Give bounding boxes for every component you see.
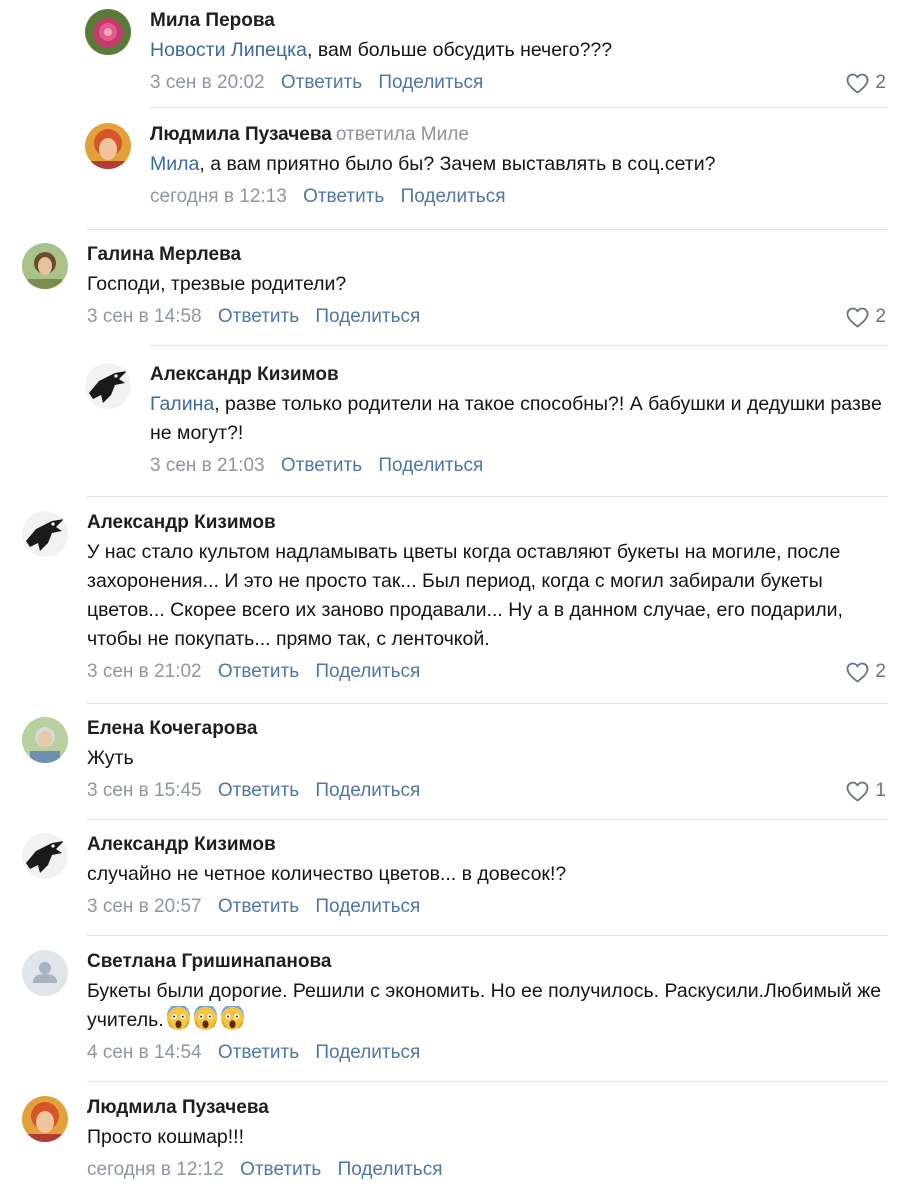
screaming-face-emoji bbox=[193, 1006, 218, 1031]
reply-button[interactable]: Ответить bbox=[218, 780, 299, 801]
share-button[interactable]: Поделиться bbox=[315, 306, 420, 327]
comment-meta: 3 сен в 20:02 Ответить Поделиться 2 bbox=[150, 71, 888, 95]
comment-meta: 3 сен в 21:03 Ответить Поделиться bbox=[150, 454, 888, 478]
avatar[interactable] bbox=[85, 9, 131, 55]
avatar[interactable] bbox=[22, 717, 68, 763]
divider bbox=[150, 345, 888, 346]
comment-text: Новости Липецка, вам больше обсудить неч… bbox=[150, 39, 613, 61]
comment-mention[interactable]: Галина bbox=[150, 393, 214, 415]
comment-meta: 3 сен в 20:57 Ответить Поделиться bbox=[87, 895, 888, 919]
share-button[interactable]: Поделиться bbox=[401, 186, 506, 207]
reply-button[interactable]: Ответить bbox=[240, 1159, 321, 1180]
reply-button[interactable]: Ответить bbox=[218, 661, 299, 682]
comment-text: Просто кошмар!!! bbox=[87, 1126, 245, 1148]
comment-date[interactable]: 3 сен в 20:02 bbox=[150, 72, 265, 93]
share-button[interactable]: Поделиться bbox=[378, 72, 483, 93]
comment-mention[interactable]: Мила bbox=[150, 153, 199, 175]
comment-meta: 3 сен в 21:02 Ответить Поделиться 2 bbox=[87, 660, 888, 684]
heart-outline-icon bbox=[846, 307, 869, 328]
avatar[interactable] bbox=[22, 511, 68, 557]
avatar[interactable] bbox=[22, 833, 68, 879]
comment-text: Букеты были дорогие. Решили с экономить.… bbox=[87, 980, 882, 1031]
like-button[interactable]: 2 bbox=[846, 71, 886, 95]
comment-author[interactable]: Мила Перова bbox=[150, 10, 275, 31]
heart-outline-icon bbox=[846, 73, 869, 94]
share-button[interactable]: Поделиться bbox=[315, 896, 420, 917]
comment-date[interactable]: сегодня в 12:13 bbox=[150, 186, 287, 207]
comment-text: Господи, трезвые родители? bbox=[87, 273, 347, 295]
like-button[interactable]: 1 bbox=[846, 779, 886, 803]
comment-date[interactable]: 3 сен в 20:57 bbox=[87, 896, 202, 917]
reply-button[interactable]: Ответить bbox=[218, 306, 299, 327]
reply-button[interactable]: Ответить bbox=[281, 72, 362, 93]
reply-button[interactable]: Ответить bbox=[218, 1042, 299, 1063]
heart-outline-icon bbox=[846, 781, 869, 802]
comment-meta: 3 сен в 15:45 Ответить Поделиться 1 bbox=[87, 779, 888, 803]
divider bbox=[87, 229, 888, 230]
comment-text: Жуть bbox=[87, 747, 134, 769]
reply-button[interactable]: Ответить bbox=[303, 186, 384, 207]
like-count: 1 bbox=[875, 780, 886, 801]
comment-date[interactable]: 3 сен в 15:45 bbox=[87, 780, 202, 801]
avatar[interactable] bbox=[22, 1096, 68, 1142]
avatar[interactable] bbox=[85, 363, 131, 409]
comment-date[interactable]: 3 сен в 21:03 bbox=[150, 455, 265, 476]
divider bbox=[87, 819, 888, 820]
avatar[interactable] bbox=[85, 123, 131, 169]
comment-author[interactable]: Александр Кизимов bbox=[87, 834, 276, 855]
divider bbox=[87, 496, 888, 497]
comment-author[interactable]: Светлана Гришинапанова bbox=[87, 951, 332, 972]
comment-meta: 4 сен в 14:54 Ответить Поделиться bbox=[87, 1041, 888, 1065]
comment-author[interactable]: Александр Кизимов bbox=[150, 364, 339, 385]
comment-date[interactable]: 3 сен в 21:02 bbox=[87, 661, 202, 682]
comment-text: случайно не четное количество цветов... … bbox=[87, 863, 567, 885]
reply-button[interactable]: Ответить bbox=[281, 455, 362, 476]
comment-date[interactable]: сегодня в 12:12 bbox=[87, 1159, 224, 1180]
comment-author[interactable]: Галина Мерлева bbox=[87, 244, 241, 265]
user-silhouette-icon[interactable] bbox=[22, 950, 68, 996]
like-button[interactable]: 2 bbox=[846, 660, 886, 684]
like-count: 2 bbox=[875, 306, 886, 327]
divider bbox=[87, 1081, 888, 1082]
comment-date[interactable]: 4 сен в 14:54 bbox=[87, 1042, 202, 1063]
comment-thread: Мила Перова Новости Липецка, вам больше … bbox=[0, 0, 912, 1200]
comment-author[interactable]: Людмила Пузачева bbox=[150, 124, 332, 145]
heart-outline-icon bbox=[846, 662, 869, 683]
share-button[interactable]: Поделиться bbox=[315, 1042, 420, 1063]
avatar[interactable] bbox=[22, 243, 68, 289]
divider bbox=[87, 935, 888, 936]
divider bbox=[87, 703, 888, 704]
reply-button[interactable]: Ответить bbox=[218, 896, 299, 917]
comment-meta: 3 сен в 14:58 Ответить Поделиться 2 bbox=[87, 305, 888, 329]
like-count: 2 bbox=[875, 661, 886, 682]
comment-meta: сегодня в 12:12 Ответить Поделиться bbox=[87, 1158, 888, 1182]
comment-text: Мила, а вам приятно было бы? Зачем выста… bbox=[150, 153, 716, 175]
comment-text: У нас стало культом надламывать цветы ко… bbox=[87, 541, 843, 650]
screaming-face-emoji bbox=[166, 1006, 191, 1031]
replied-to[interactable]: ответила Миле bbox=[336, 124, 469, 145]
share-button[interactable]: Поделиться bbox=[315, 661, 420, 682]
comment-date[interactable]: 3 сен в 14:58 bbox=[87, 306, 202, 327]
share-button[interactable]: Поделиться bbox=[315, 780, 420, 801]
screaming-face-emoji bbox=[220, 1006, 245, 1031]
comment-text: Галина, разве только родители на такое с… bbox=[150, 393, 882, 444]
like-button[interactable]: 2 bbox=[846, 305, 886, 329]
comment-mention[interactable]: Новости Липецка bbox=[150, 39, 307, 61]
comment-author[interactable]: Александр Кизимов bbox=[87, 512, 276, 533]
share-button[interactable]: Поделиться bbox=[378, 455, 483, 476]
share-button[interactable]: Поделиться bbox=[338, 1159, 443, 1180]
comment-author[interactable]: Елена Кочегарова bbox=[87, 718, 257, 739]
comment-author[interactable]: Людмила Пузачева bbox=[87, 1097, 269, 1118]
comment-meta: сегодня в 12:13 Ответить Поделиться bbox=[150, 185, 888, 209]
like-count: 2 bbox=[875, 72, 886, 93]
divider bbox=[150, 107, 888, 108]
